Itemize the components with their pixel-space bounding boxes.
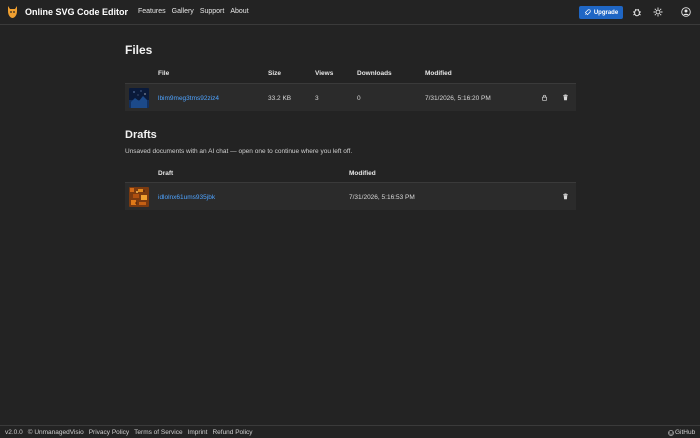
top-bar: Online SVG Code Editor Features Gallery … [0,0,700,25]
draft-name-link[interactable]: idlolnx61ums935jbk [158,194,215,201]
logo-icon[interactable] [6,5,19,19]
file-modified: 7/31/2026, 5:16:20 PM [425,95,491,102]
privacy-policy-link[interactable]: Privacy Policy [89,429,129,436]
file-size: 33.2 KB [268,95,292,102]
column-header-downloads: Downloads [357,70,392,77]
trash-icon[interactable] [562,94,569,101]
nav-about[interactable]: About [230,8,248,15]
draft-thumbnail[interactable] [129,187,149,207]
drafts-description: Unsaved documents with an AI chat — open… [125,148,353,155]
rocket-icon [584,9,591,16]
file-thumbnail[interactable] [129,88,149,108]
upgrade-button[interactable]: Upgrade [579,6,623,19]
footer: v2.0.0 © UnmanagedVisio Privacy Policy T… [0,425,700,438]
files-heading: Files [125,43,153,57]
column-header-draft-modified: Modified [349,170,376,177]
nav-gallery[interactable]: Gallery [172,8,194,15]
file-name-link[interactable]: lbim9meg3tms92ziz4 [158,95,219,102]
terms-of-service-link[interactable]: Terms of Service [134,429,182,436]
lock-icon[interactable] [541,94,548,101]
github-label: GitHub [675,429,696,436]
theme-toggle-icon[interactable] [653,7,663,17]
app-title[interactable]: Online SVG Code Editor [25,7,128,17]
github-link[interactable]: GitHub [668,429,695,436]
nav-features[interactable]: Features [138,8,166,15]
draft-row[interactable]: idlolnx61ums935jbk 7/31/2026, 5:16:53 PM [125,182,576,210]
file-downloads: 0 [357,95,361,102]
refund-policy-link[interactable]: Refund Policy [212,429,252,436]
trash-icon[interactable] [562,193,569,200]
copyright-label: © UnmanagedVisio [27,429,84,436]
drafts-heading: Drafts [125,129,157,141]
imprint-link[interactable]: Imprint [188,429,208,436]
github-icon [668,429,674,436]
account-icon[interactable] [681,7,691,17]
file-views: 3 [315,95,319,102]
column-header-draft: Draft [158,170,174,177]
column-header-file: File [158,70,170,77]
file-row[interactable]: lbim9meg3tms92ziz4 33.2 KB 3 0 7/31/2026… [125,83,576,111]
bug-icon[interactable] [632,7,642,17]
column-header-size: Size [268,70,282,77]
version-label: v2.0.0 [5,429,23,436]
column-header-modified: Modified [425,70,452,77]
upgrade-label: Upgrade [593,9,619,16]
nav-support[interactable]: Support [200,8,225,15]
main-nav: Features Gallery Support About [138,8,249,15]
column-header-views: Views [315,70,334,77]
draft-modified: 7/31/2026, 5:16:53 PM [349,194,415,201]
